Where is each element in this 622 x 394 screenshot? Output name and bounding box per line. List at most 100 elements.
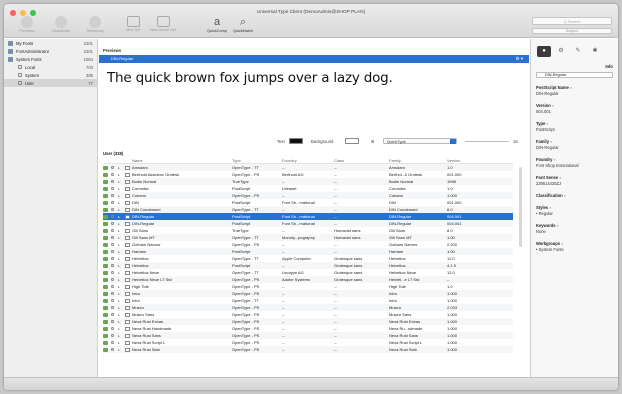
activation-icon[interactable] (103, 207, 108, 212)
sidebar-item-user[interactable]: User 77 (4, 79, 97, 87)
activation-icon[interactable] (103, 270, 108, 275)
sidebar-item-fontadministrator[interactable]: FontAdministrator 2201 (4, 47, 97, 55)
table-row[interactable]: ▸ Gill Sans TrueType -- Humanist sans Gill Sa… (103, 227, 513, 234)
settings-tab[interactable]: ⚙ (554, 46, 568, 57)
deactivate-button[interactable]: Deactivate (44, 16, 78, 33)
column-version[interactable]: Version (447, 158, 487, 163)
activation-icon[interactable] (103, 242, 108, 247)
table-row[interactable]: ▸ Nexa Rust Extras OpenType - PS -- -- Nexa R… (103, 318, 513, 325)
expand-icon[interactable]: ▸ (118, 306, 125, 310)
expand-icon[interactable]: ▸ (118, 243, 125, 247)
expand-icon[interactable]: ▸ (118, 236, 125, 240)
activation-icon[interactable] (103, 256, 108, 261)
activation-icon[interactable] (103, 172, 108, 177)
size-value[interactable]: 15 (513, 139, 518, 144)
column-class[interactable]: Class (334, 158, 389, 163)
activation-icon[interactable] (103, 340, 108, 345)
preview-options-icon[interactable]: ⚙ ▾ (515, 56, 523, 62)
table-row[interactable]: ▸ Helvetica PostScript -- Grotesque sans Helv… (103, 262, 513, 269)
expand-icon[interactable]: ▸ (118, 215, 125, 219)
activation-icon[interactable] (103, 326, 108, 331)
renderer-select[interactable]: QuickType (383, 138, 457, 144)
magnifier-icon[interactable]: ⌕ (561, 241, 563, 246)
activation-icon[interactable] (103, 249, 108, 254)
expand-icon[interactable]: ▸ (118, 194, 125, 198)
new-set-button[interactable]: New Set (116, 16, 150, 32)
table-row[interactable]: ▸ DIN-Regular PostScript Font Sh...rnationa… (103, 220, 513, 227)
magnifier-icon[interactable]: ⌕ (550, 139, 552, 144)
expand-icon[interactable]: ▸ (118, 229, 125, 233)
table-row[interactable]: ▸ Bodie Normal TrueType -- -- Bodie Normal 199… (103, 178, 513, 185)
activation-icon[interactable] (103, 165, 108, 170)
expand-icon[interactable]: ▸ (118, 173, 125, 177)
activation-icon[interactable] (103, 179, 108, 184)
activation-icon[interactable] (103, 186, 108, 191)
info-tab[interactable]: ● (537, 46, 551, 57)
activation-icon[interactable] (103, 277, 108, 282)
preview-sample-text[interactable]: The quick brown fox jumps over a lazy do… (107, 70, 393, 86)
tag-tab[interactable]: ✎ (571, 46, 585, 57)
table-row[interactable]: ▸ DIN-Regular PostScript Font Sh...rnationa… (103, 213, 513, 220)
table-row[interactable]: ▸ Corumba PostScript Letraset -- Corumba 1.0 (103, 185, 513, 192)
activation-icon[interactable] (103, 319, 108, 324)
magnifier-icon[interactable]: ⌕ (557, 223, 559, 228)
expand-icon[interactable]: ▸ (118, 334, 125, 338)
activation-icon[interactable] (103, 333, 108, 338)
glyph-toggle-icon[interactable]: ⊞ (371, 139, 375, 144)
expand-icon[interactable]: ▸ (118, 285, 125, 289)
expand-icon[interactable]: ▸ (118, 327, 125, 331)
table-row[interactable]: ▸ Helvetica Neue LT Std OpenType - PS Adobe… (103, 276, 513, 283)
table-row[interactable]: ▸ High Tide OpenType - PS -- -- High Tide 1.0 (103, 283, 513, 290)
table-row[interactable]: ▸ DIN Condensed OpenType - TT -- -- DIN Conde… (103, 206, 513, 213)
activation-icon[interactable] (103, 200, 108, 205)
search-subject-field[interactable]: Subject (532, 28, 612, 34)
table-row[interactable]: ▸ Cubano OpenType - PS -- -- Cubano 1.000 (103, 192, 513, 199)
expand-icon[interactable]: ▸ (118, 180, 125, 184)
activation-icon[interactable] (103, 263, 108, 268)
temporary-button[interactable]: Temporary (78, 16, 112, 33)
magnifier-icon[interactable]: ⌕ (559, 175, 561, 180)
expand-icon[interactable]: ▸ (118, 278, 125, 282)
expand-icon[interactable]: ▸ (118, 341, 125, 345)
activation-icon[interactable] (103, 298, 108, 303)
magnifier-icon[interactable]: ⌕ (549, 205, 551, 210)
selected-font-bar[interactable]: DIN-Regular (99, 55, 529, 63)
expand-icon[interactable]: ▸ (118, 271, 125, 275)
background-color-swatch[interactable] (345, 138, 359, 144)
table-row[interactable]: ▸ Berthold Akzidenz Grotesk OpenType - PS B… (103, 171, 513, 178)
magnifier-icon[interactable]: ⌕ (564, 193, 566, 198)
magnifier-icon[interactable]: ⌕ (570, 85, 572, 90)
column-name[interactable]: Name (132, 158, 232, 163)
table-row[interactable]: ▸ Amsdam OpenType - TT -- -- Amsdam 1.0 (103, 164, 513, 171)
expand-icon[interactable]: ▸ (118, 187, 125, 191)
expand-icon[interactable]: ▸ (118, 292, 125, 296)
activation-icon[interactable] (103, 312, 108, 317)
expand-icon[interactable]: ▸ (118, 313, 125, 317)
activation-icon[interactable] (103, 228, 108, 233)
table-row[interactable]: ▸ Intro OpenType - PS -- -- Intro 1.000 (103, 290, 513, 297)
previews-button[interactable]: Previews (10, 16, 44, 33)
activation-icon[interactable] (103, 291, 108, 296)
quickmatch-button[interactable]: ⌕ QuickMatch (226, 16, 260, 33)
table-row[interactable]: ▸ Harriam PostScript -- -- Harriam 1.00 (103, 248, 513, 255)
expand-icon[interactable]: ▸ (118, 348, 125, 352)
size-slider[interactable] (465, 141, 509, 142)
table-row[interactable]: ▸ DIN PostScript Font Sh...rnational -- DIN 00… (103, 199, 513, 206)
table-row[interactable]: ▸ Nexa Rust Slab OpenType - PS -- -- Nexa Rus… (103, 346, 513, 353)
expand-icon[interactable]: ▸ (118, 166, 125, 170)
activation-icon[interactable] (103, 305, 108, 310)
sidebar-item-my-fonts[interactable]: My Fonts 2201 (4, 39, 97, 47)
magnifier-icon[interactable]: ⌕ (554, 157, 556, 162)
sidebar-item-system[interactable]: System 385 (4, 71, 97, 79)
table-scrollbar[interactable] (519, 167, 522, 247)
expand-icon[interactable]: ▸ (118, 222, 125, 226)
table-row[interactable]: ▸ Nexa Rust Script L OpenType - PS -- -- Nexa… (103, 339, 513, 346)
expand-icon[interactable]: ▸ (118, 208, 125, 212)
gear-tab[interactable]: ✱ (588, 46, 602, 57)
text-color-swatch[interactable] (289, 138, 303, 144)
table-row[interactable]: ▸ Nexa Rust Handmade OpenType - PS -- -- Nexa… (103, 325, 513, 332)
activation-icon[interactable] (103, 347, 108, 352)
table-row[interactable]: ▸ Museo Sans OpenType - PS -- -- Museo Sans 1.… (103, 311, 513, 318)
expand-icon[interactable]: ▸ (118, 257, 125, 261)
style-select[interactable]: DIN-Regular (536, 72, 613, 78)
